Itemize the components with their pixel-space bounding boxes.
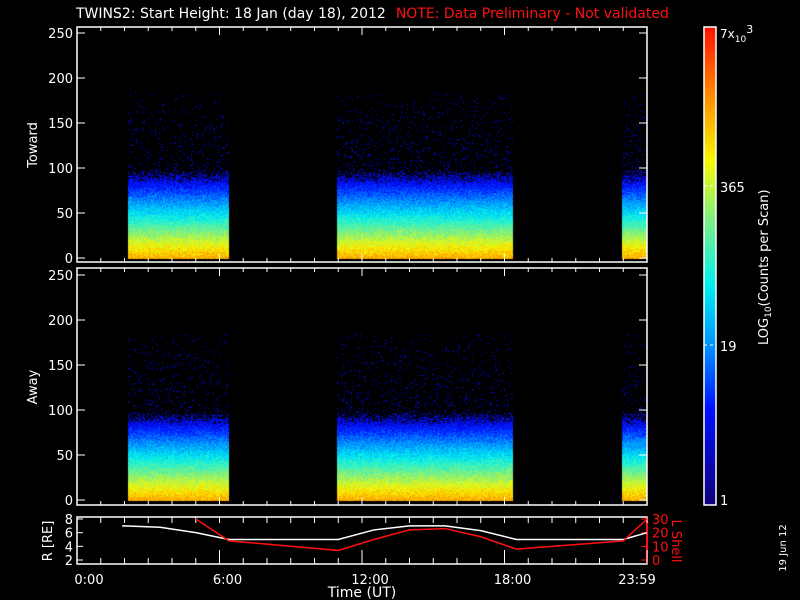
lshell-ytick-label: 10 xyxy=(652,540,669,555)
ytick-label: 100 xyxy=(48,162,73,177)
lshell-line xyxy=(195,518,648,552)
ytick-label: 150 xyxy=(48,359,73,374)
lshell-ytick-label: 0 xyxy=(652,554,660,569)
ytick-label: 50 xyxy=(56,207,73,222)
r-ytick-label: 2 xyxy=(65,554,73,569)
ytick-label: 0 xyxy=(65,252,73,267)
away-ylabel: Away xyxy=(26,369,41,404)
colorbar xyxy=(703,26,717,506)
xtick-label: 23:59 xyxy=(618,573,655,588)
lshell-ytick-label: 30 xyxy=(652,513,669,528)
r-ylabel: R [RE] xyxy=(41,521,56,562)
date-stamp: 19 Jun 12 xyxy=(778,524,789,571)
toward-ylabel: Toward xyxy=(26,122,41,169)
colorbar-tick-label-365: 365 xyxy=(720,181,745,196)
ytick-label: 200 xyxy=(48,314,73,329)
colorbar-tick-label-19: 19 xyxy=(720,340,737,355)
ytick-label: 250 xyxy=(48,27,73,42)
plot-axes: 0501001502002500501001502002502468010203… xyxy=(26,23,789,600)
ytick-label: 250 xyxy=(48,269,73,284)
r-ytick-label: 4 xyxy=(65,540,73,555)
ytick-label: 100 xyxy=(48,404,73,419)
r-line xyxy=(122,525,648,541)
panel-frame-toward xyxy=(76,26,648,263)
x-axis-label: Time (UT) xyxy=(327,585,396,600)
xtick-label: 18:00 xyxy=(494,573,531,588)
lshell-ylabel: L Shell xyxy=(668,519,683,562)
r-ytick-label: 6 xyxy=(65,527,73,542)
lshell-ytick-label: 20 xyxy=(652,527,669,542)
colorbar-label: LOG10(Counts per Scan) xyxy=(757,189,774,345)
ytick-label: 50 xyxy=(56,449,73,464)
colorbar-tick-label-max: 7x103 xyxy=(720,23,753,45)
r-ytick-label: 8 xyxy=(65,513,73,528)
panel-frame-away xyxy=(76,267,648,506)
ytick-label: 0 xyxy=(65,494,73,509)
xtick-label: 0:00 xyxy=(74,573,103,588)
xtick-label: 6:00 xyxy=(213,573,242,588)
ytick-label: 150 xyxy=(48,117,73,132)
ytick-label: 200 xyxy=(48,72,73,87)
colorbar-tick-label-1: 1 xyxy=(720,494,728,509)
